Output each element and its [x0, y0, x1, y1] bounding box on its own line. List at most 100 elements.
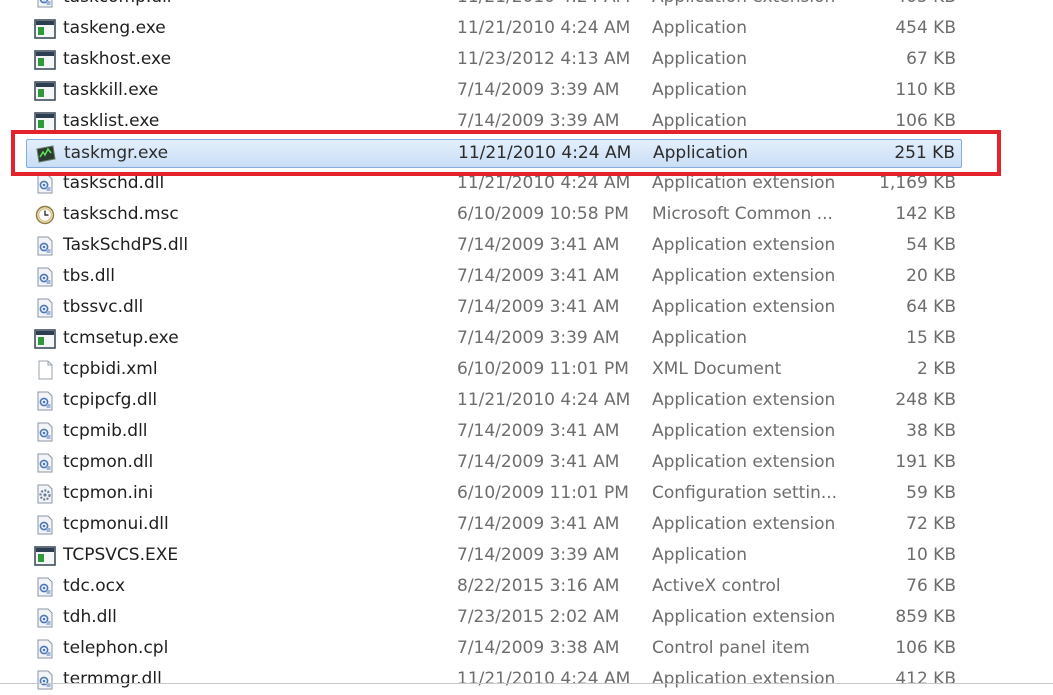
file-size: 248 KB: [895, 390, 956, 410]
file-name: tcpmib.dll: [63, 421, 148, 441]
file-type: Application: [652, 80, 747, 100]
file-name: TCPSVCS.EXE: [63, 545, 178, 565]
file-size: 859 KB: [895, 607, 956, 627]
file-row[interactable]: tcpipcfg.dll11/21/2010 4:24 AMApplicatio…: [26, 387, 962, 416]
file-size: 454 KB: [895, 18, 956, 38]
file-type: Control panel item: [652, 638, 810, 658]
file-name: tcpmon.ini: [63, 483, 153, 503]
dll-icon: [34, 236, 56, 256]
file-date-modified: 7/14/2009 3:39 AM: [457, 80, 619, 100]
annotation-highlight-box: [11, 130, 1001, 176]
file-size: 64 KB: [906, 297, 956, 317]
settings-file-icon: [34, 484, 56, 504]
file-type: Application extension: [652, 421, 835, 441]
file-name: telephon.cpl: [63, 638, 168, 658]
file-date-modified: 11/23/2012 4:13 AM: [457, 49, 630, 69]
file-size: 10 KB: [906, 545, 956, 565]
file-row[interactable]: tbssvc.dll7/14/2009 3:41 AMApplication e…: [26, 294, 962, 323]
file-row[interactable]: tcpmon.ini 6/10/2009 11:01 PM Configuratio…: [26, 480, 962, 509]
file-date-modified: 6/10/2009 10:58 PM: [457, 204, 629, 224]
dll-icon: [34, 577, 56, 597]
file-name: tasklist.exe: [63, 111, 159, 131]
file-row[interactable]: tcpmib.dll 7/14/2009 3:41 AM Application e…: [26, 418, 962, 447]
file-name: tdh.dll: [63, 607, 117, 627]
file-type: Application extension: [652, 669, 835, 689]
exe-icon: [34, 546, 56, 566]
exe-icon: [34, 112, 56, 132]
file-date-modified: 7/14/2009 3:39 AM: [457, 111, 619, 131]
dll-icon: [34, 422, 56, 442]
file-list: taskcomp.dll 11/21/2010 4:24 AM Applicatio…: [0, 0, 1053, 684]
file-date-modified: 7/14/2009 3:41 AM: [457, 266, 619, 286]
dll-icon: [34, 174, 56, 194]
file-name: taskeng.exe: [63, 18, 166, 38]
file-type: Application extension: [652, 390, 835, 410]
file-date-modified: 7/14/2009 3:39 AM: [457, 545, 619, 565]
file-size: 54 KB: [906, 235, 956, 255]
file-row[interactable]: tcpmon.dll7/14/2009 3:41 AMApplication e…: [26, 449, 962, 478]
file-date-modified: 8/22/2015 3:16 AM: [457, 576, 619, 596]
file-row[interactable]: tdh.dll7/23/2015 2:02 AMApplication exte…: [26, 604, 962, 633]
file-date-modified: 11/21/2010 4:24 AM: [457, 669, 630, 689]
file-row[interactable]: tcmsetup.exe 7/14/2009 3:39 AM Application…: [26, 325, 962, 354]
file-size: 67 KB: [906, 49, 956, 69]
file-date-modified: 7/14/2009 3:41 AM: [457, 421, 619, 441]
exe-icon: [34, 50, 56, 70]
file-name: taskschd.msc: [63, 204, 179, 224]
file-date-modified: 6/10/2009 11:01 PM: [457, 359, 629, 379]
file-size: 59 KB: [906, 483, 956, 503]
file-name: taskcomp.dll: [63, 0, 172, 7]
file-size: 2 KB: [917, 359, 956, 379]
file-row[interactable]: taskschd.msc6/10/2009 10:58 PMMicrosoft …: [26, 201, 962, 230]
file-type: Application: [652, 545, 747, 565]
file-size: 72 KB: [906, 514, 956, 534]
file-row[interactable]: termmgr.dll11/21/2010 4:24 AMApplication…: [26, 666, 962, 695]
dll-icon: [34, 0, 56, 8]
file-size: 106 KB: [895, 111, 956, 131]
file-type: Application extension: [652, 266, 835, 286]
file-type: Application: [652, 328, 747, 348]
file-date-modified: 7/14/2009 3:39 AM: [457, 328, 619, 348]
file-date-modified: 7/14/2009 3:41 AM: [457, 235, 619, 255]
dll-icon: [34, 267, 56, 287]
dll-icon: [34, 298, 56, 318]
exe-icon: [34, 19, 56, 39]
file-size: 20 KB: [906, 266, 956, 286]
file-name: taskschd.dll: [63, 173, 164, 193]
file-date-modified: 11/21/2010 4:24 AM: [457, 173, 630, 193]
file-size: 110 KB: [895, 80, 956, 100]
exe-icon: [34, 329, 56, 349]
exe-icon: [34, 81, 56, 101]
file-row[interactable]: TCPSVCS.EXE 7/14/2009 3:39 AM Application 1…: [26, 542, 962, 571]
file-row[interactable]: taskeng.exe11/21/2010 4:24 AMApplication…: [26, 15, 962, 44]
file-row[interactable]: tdc.ocx8/22/2015 3:16 AMActiveX control7…: [26, 573, 962, 602]
file-name: taskkill.exe: [63, 80, 158, 100]
file-row[interactable]: TaskSchdPS.dll7/14/2009 3:41 AMApplicati…: [26, 232, 962, 261]
file-type: Configuration settin...: [652, 483, 837, 503]
file-row[interactable]: taskhost.exe11/23/2012 4:13 AMApplicatio…: [26, 46, 962, 75]
file-name: TaskSchdPS.dll: [63, 235, 188, 255]
file-row[interactable]: taskcomp.dll11/21/2010 4:24 AMApplicatio…: [26, 0, 962, 13]
file-size: 76 KB: [906, 576, 956, 596]
file-row[interactable]: tcpmonui.dll7/14/2009 3:41 AMApplication…: [26, 511, 962, 540]
dll-icon: [34, 608, 56, 628]
file-name: tcpmonui.dll: [63, 514, 169, 534]
file-name: tcmsetup.exe: [63, 328, 179, 348]
file-row[interactable]: tcpbidi.xml6/10/2009 11:01 PMXML Documen…: [26, 356, 962, 385]
dll-icon: [34, 453, 56, 473]
file-row[interactable]: telephon.cpl7/14/2009 3:38 AMControl pan…: [26, 635, 962, 664]
file-row[interactable]: taskkill.exe 7/14/2009 3:39 AM Application…: [26, 77, 962, 106]
file-type: ActiveX control: [652, 576, 781, 596]
file-date-modified: 7/14/2009 3:41 AM: [457, 514, 619, 534]
file-size: 142 KB: [895, 204, 956, 224]
file-size: 191 KB: [895, 452, 956, 472]
dll-icon: [34, 515, 56, 535]
file-size: 405 KB: [895, 0, 956, 7]
file-row[interactable]: tbs.dll7/14/2009 3:41 AMApplication exte…: [26, 263, 962, 292]
file-size: 15 KB: [906, 328, 956, 348]
file-date-modified: 6/10/2009 11:01 PM: [457, 483, 629, 503]
dll-icon: [34, 670, 56, 690]
document-icon: [34, 360, 56, 380]
file-type: Application: [652, 49, 747, 69]
file-type: Application extension: [652, 607, 835, 627]
